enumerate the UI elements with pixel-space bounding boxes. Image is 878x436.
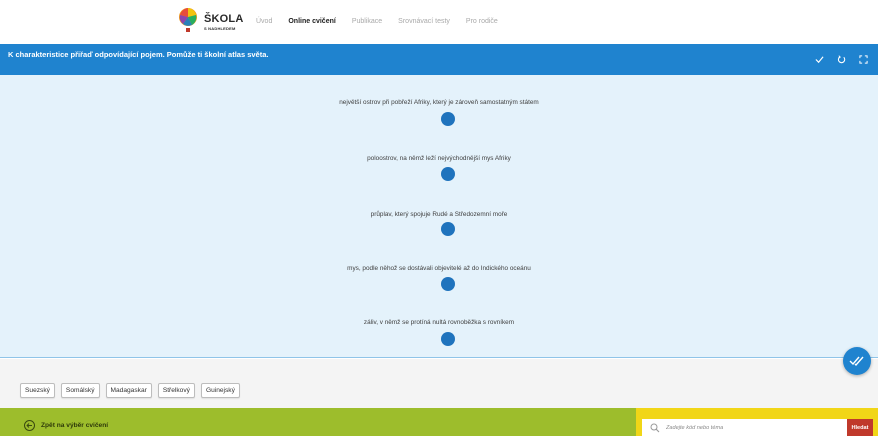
search-button[interactable]: Hledat (847, 419, 873, 436)
search-input[interactable] (666, 421, 836, 435)
item-4: mys, podle něhož se dostávali objevitelé… (0, 257, 878, 275)
item-2-drop-target[interactable] (441, 167, 455, 181)
nav-item-online-cviceni[interactable]: Online cvičení (288, 18, 335, 25)
nav-item-pro-rodice[interactable]: Pro rodiče (466, 18, 498, 25)
item-4-text: mys, podle něhož se dostávali objevitelé… (347, 265, 531, 272)
reset-icon[interactable] (836, 54, 846, 64)
word-chip-guinejsky[interactable]: Guinejský (200, 383, 240, 398)
exercise-area: největší ostrov při pobřeží Afriky, kter… (0, 75, 878, 358)
item-3-drop-target[interactable] (441, 222, 455, 236)
arrow-left-icon (24, 420, 35, 431)
word-chip-suezsky[interactable]: Suezský (20, 383, 55, 398)
item-3-text: průplav, který spojuje Rudé a Středozemn… (370, 211, 508, 218)
item-4-drop-target[interactable] (441, 277, 455, 291)
main-menu: Úvod Online cvičení Publikace Srovnávací… (256, 18, 498, 25)
search-icon (650, 423, 660, 433)
back-to-exercises-link[interactable]: Zpět na výběr cvičení (24, 420, 108, 431)
fullscreen-icon[interactable] (858, 54, 868, 64)
double-check-icon (849, 356, 864, 367)
item-3: průplav, který spojuje Rudé a Středozemn… (0, 203, 878, 221)
nav-item-uvod[interactable]: Úvod (256, 18, 272, 25)
item-5-drop-target[interactable] (441, 332, 455, 346)
footer-back-area: Zpět na výběr cvičení (0, 408, 636, 436)
nav-item-srovnavaci-testy[interactable]: Srovnávací testy (398, 18, 450, 25)
task-header: K charakteristice přiřaď odpovídající po… (0, 44, 878, 75)
item-2: poloostrov, na němž leží nejvýchodnější … (0, 147, 878, 165)
item-5-text: záliv, v němž se protíná nultá rovnoběžk… (363, 319, 515, 326)
item-5: záliv, v němž se protíná nultá rovnoběžk… (0, 311, 878, 329)
item-1-text: největší ostrov při pobřeží Afriky, kter… (339, 99, 539, 106)
nav-item-publikace[interactable]: Publikace (352, 18, 382, 25)
brand-tagline: S NADHLEDEM (204, 26, 236, 31)
brand-name: ŠKOLA (204, 13, 244, 25)
word-chip-madagaskar[interactable]: Madagaskar (105, 383, 152, 398)
word-bank: Suezský Somálský Madagaskar Střelkový Gu… (0, 359, 878, 408)
item-2-text: poloostrov, na němž leží nejvýchodnější … (367, 155, 511, 162)
item-1: největší ostrov při pobřeží Afriky, kter… (0, 91, 878, 109)
item-1-drop-target[interactable] (441, 112, 455, 126)
top-navigation: ŠKOLA S NADHLEDEM Úvod Online cvičení Pu… (0, 0, 878, 44)
word-chip-list: Suezský Somálský Madagaskar Střelkový Gu… (20, 383, 240, 398)
task-toolbar (814, 54, 868, 64)
evaluate-button[interactable] (843, 347, 871, 375)
word-chip-strelkovy[interactable]: Střelkový (157, 383, 195, 398)
balloon-logo-icon (179, 8, 197, 32)
word-chip-somalsky[interactable]: Somálský (60, 383, 100, 398)
task-title: K charakteristice přiřaď odpovídající po… (8, 50, 269, 59)
school-logo[interactable]: ŠKOLA S NADHLEDEM (176, 7, 243, 39)
back-label: Zpět na výběr cvičení (41, 422, 109, 429)
check-icon[interactable] (814, 54, 824, 64)
